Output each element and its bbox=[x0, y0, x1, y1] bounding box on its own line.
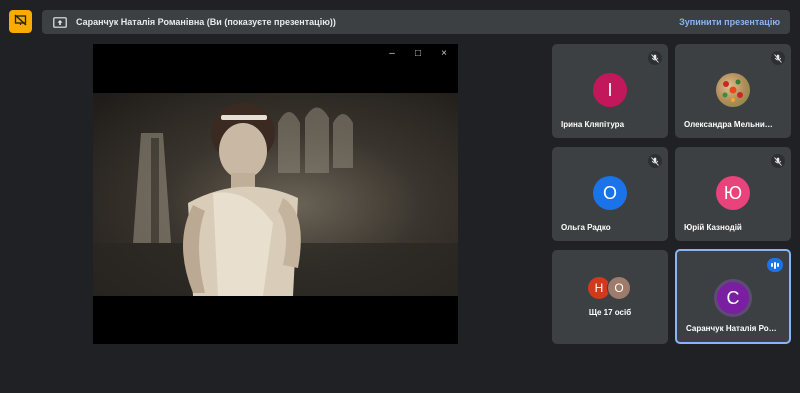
mini-avatar: О bbox=[607, 276, 631, 300]
meet-screen: Саранчук Наталія Романівна (Ви (показуєт… bbox=[0, 0, 800, 393]
avatar: С bbox=[714, 279, 752, 317]
participant-tile-yurii[interactable]: Ю Юрій Казнодій bbox=[675, 147, 791, 241]
avatar-photo bbox=[716, 73, 750, 107]
participant-name: Юрій Казнодій bbox=[684, 223, 742, 232]
stop-presenting-button[interactable]: Зупинити презентацію bbox=[679, 17, 780, 27]
more-participants-label: Ще 17 осіб bbox=[588, 308, 632, 317]
presentation-off-button[interactable] bbox=[9, 10, 32, 33]
mic-off-icon bbox=[648, 154, 662, 168]
participant-name: Олександра Мельни… bbox=[684, 120, 773, 129]
participant-name: Ольга Радко bbox=[561, 223, 611, 232]
presentation-window: – □ × bbox=[93, 44, 458, 344]
participant-tile-olha[interactable]: О Ольга Радко bbox=[552, 147, 668, 241]
speaking-indicator-icon bbox=[767, 258, 783, 272]
window-controls: – □ × bbox=[386, 48, 450, 60]
self-tile[interactable]: С Саранчук Наталія Ро… bbox=[675, 249, 791, 344]
mic-off-icon bbox=[771, 154, 785, 168]
participant-name: Ірина Кляпітура bbox=[561, 120, 625, 129]
maximize-icon[interactable]: □ bbox=[412, 48, 424, 60]
presenting-bar: Саранчук Наталія Романівна (Ви (показуєт… bbox=[42, 10, 790, 34]
avatar: І bbox=[593, 73, 627, 107]
avatar: Ю bbox=[716, 176, 750, 210]
presenting-title: Саранчук Наталія Романівна (Ви (показуєт… bbox=[76, 17, 336, 27]
more-participants-tile[interactable]: Н О Ще 17 осіб bbox=[552, 250, 668, 344]
avatar: О bbox=[593, 176, 627, 210]
participant-tile-iryna[interactable]: І Ірина Кляпітура bbox=[552, 44, 668, 138]
participant-name: Саранчук Наталія Ро… bbox=[686, 324, 777, 333]
minimize-icon[interactable]: – bbox=[386, 48, 398, 60]
mic-off-icon bbox=[771, 51, 785, 65]
shared-video-frame bbox=[93, 93, 458, 296]
close-icon[interactable]: × bbox=[438, 48, 450, 60]
participant-tile-oleksandra[interactable]: Олександра Мельни… bbox=[675, 44, 791, 138]
presentation-off-icon bbox=[14, 13, 27, 31]
more-avatars-stack: Н О bbox=[587, 276, 633, 302]
present-to-all-icon bbox=[53, 16, 67, 28]
mic-off-icon bbox=[648, 51, 662, 65]
